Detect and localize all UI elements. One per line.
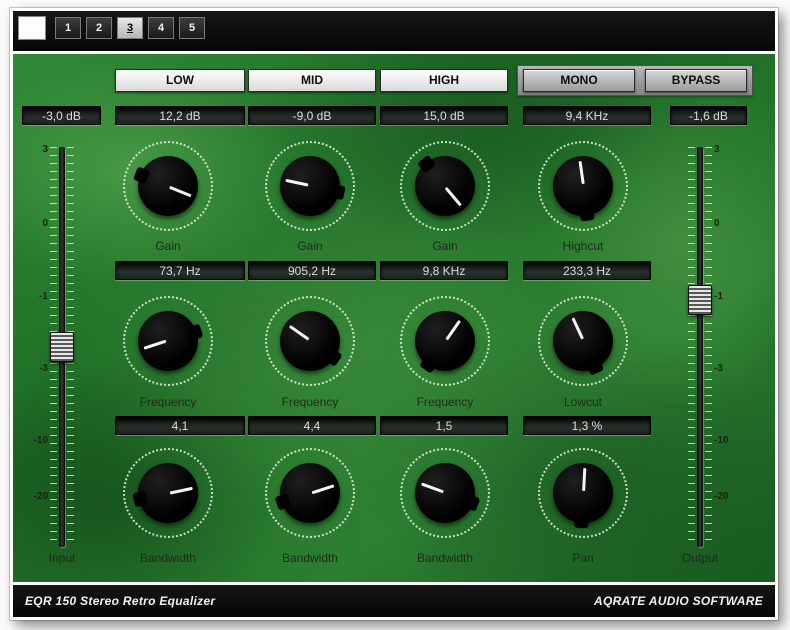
lowcut-knob[interactable] <box>535 293 631 389</box>
low-bandwidth-knob[interactable] <box>120 445 216 541</box>
lowcut-display: 233,3 Hz <box>523 261 651 280</box>
knob-pointer <box>143 340 167 351</box>
low-bandwidth-display: 4,1 <box>115 416 245 435</box>
mono-button[interactable]: MONO <box>523 69 635 92</box>
input-label: Input <box>48 551 76 565</box>
knob-pointer <box>578 161 585 185</box>
scale-label: -20 <box>714 491 729 502</box>
scale-label: 3 <box>42 144 48 155</box>
plugin-window: 1 2 3 4 5 LOW MID HIGH MONO BYPASS -3,0 … <box>10 8 778 620</box>
knob-pointer <box>311 483 335 494</box>
high-band-button[interactable]: HIGH <box>380 69 508 92</box>
knob-pointer <box>581 467 586 492</box>
mid-gain-display: -9,0 dB <box>248 106 376 125</box>
lowcut-label: Lowcut <box>563 395 603 409</box>
output-fader-thumb[interactable] <box>688 285 712 315</box>
output-fader: 3 0 -1 -3 -10 -20 <box>670 141 730 553</box>
mid-gain-label: Gain <box>297 239 323 253</box>
knob-pointer <box>444 319 461 341</box>
titlebar: 1 2 3 4 5 <box>13 11 775 51</box>
mid-frequency-display: 905,2 Hz <box>248 261 376 280</box>
highcut-label: Highcut <box>562 239 604 253</box>
low-bandwidth-label: Bandwidth <box>139 551 197 565</box>
scale-label: -10 <box>33 435 48 446</box>
low-gain-display: 12,2 dB <box>115 106 245 125</box>
high-frequency-display: 9,8 KHz <box>380 261 508 280</box>
mid-frequency-knob[interactable] <box>262 293 358 389</box>
eq-panel: LOW MID HIGH MONO BYPASS -3,0 dB 12,2 dB… <box>13 54 775 582</box>
plugin-title: EQR 150 Stereo Retro Equalizer <box>25 594 216 608</box>
low-frequency-label: Frequency <box>139 395 197 409</box>
low-frequency-display: 73,7 Hz <box>115 261 245 280</box>
vendor-name: AQRATE AUDIO SOFTWARE <box>594 594 763 608</box>
mid-band-button[interactable]: MID <box>248 69 376 92</box>
scale-label: -1 <box>39 291 48 302</box>
preset-button-4[interactable]: 4 <box>148 17 174 39</box>
knob-tab <box>274 493 292 511</box>
highcut-knob[interactable] <box>535 138 631 234</box>
pan-display: 1,3 % <box>523 416 651 435</box>
mid-bandwidth-display: 4,4 <box>248 416 376 435</box>
low-gain-knob[interactable] <box>120 138 216 234</box>
scale-label: -10 <box>714 435 729 446</box>
highcut-display: 9,4 KHz <box>523 106 651 125</box>
high-bandwidth-knob[interactable] <box>397 445 493 541</box>
high-gain-knob[interactable] <box>397 138 493 234</box>
input-fader: 3 0 -1 -3 -10 -20 <box>32 141 92 553</box>
preset-button-5[interactable]: 5 <box>179 17 205 39</box>
knob-pointer <box>420 483 444 494</box>
preset-display[interactable] <box>18 16 46 40</box>
knob-tab <box>574 514 589 529</box>
input-gain-display: -3,0 dB <box>22 106 101 125</box>
preset-button-2[interactable]: 2 <box>86 17 112 39</box>
high-bandwidth-label: Bandwidth <box>416 551 474 565</box>
knob-pointer <box>288 325 310 342</box>
low-gain-label: Gain <box>155 239 181 253</box>
knob-pointer <box>571 317 584 340</box>
low-frequency-knob[interactable] <box>120 293 216 389</box>
bypass-button[interactable]: BYPASS <box>645 69 747 92</box>
high-frequency-knob[interactable] <box>397 293 493 389</box>
high-bandwidth-display: 1,5 <box>380 416 508 435</box>
knob-tab <box>579 206 595 222</box>
low-band-button[interactable]: LOW <box>115 69 245 92</box>
output-gain-display: -1,6 dB <box>670 106 747 125</box>
scale-label: 0 <box>714 218 720 229</box>
scale-label: -20 <box>33 491 48 502</box>
knob-pointer <box>169 486 193 495</box>
mid-gain-knob[interactable] <box>262 138 358 234</box>
fader-ticks <box>705 147 712 547</box>
output-label: Output <box>681 551 719 565</box>
statusbar: EQR 150 Stereo Retro Equalizer AQRATE AU… <box>13 585 775 617</box>
knob-pointer <box>169 185 192 197</box>
knob-pointer <box>285 179 309 188</box>
pan-label: Pan <box>572 551 594 565</box>
mid-frequency-label: Frequency <box>281 395 339 409</box>
scale-label: -1 <box>714 291 723 302</box>
scale-label: 0 <box>42 218 48 229</box>
scale-label: 3 <box>714 144 720 155</box>
preset-button-1[interactable]: 1 <box>55 17 81 39</box>
preset-button-3[interactable]: 3 <box>117 17 143 39</box>
pan-knob[interactable] <box>535 445 631 541</box>
high-gain-display: 15,0 dB <box>380 106 508 125</box>
knob-tab <box>132 490 148 508</box>
knob-pointer <box>445 186 463 207</box>
output-fader-track[interactable] <box>697 147 703 547</box>
fader-ticks <box>688 147 695 547</box>
scale-label: -3 <box>714 363 723 374</box>
mid-bandwidth-knob[interactable] <box>262 445 358 541</box>
mid-bandwidth-label: Bandwidth <box>281 551 339 565</box>
scale-label: -3 <box>39 363 48 374</box>
input-fader-thumb[interactable] <box>50 332 74 362</box>
high-frequency-label: Frequency <box>416 395 474 409</box>
high-gain-label: Gain <box>432 239 458 253</box>
